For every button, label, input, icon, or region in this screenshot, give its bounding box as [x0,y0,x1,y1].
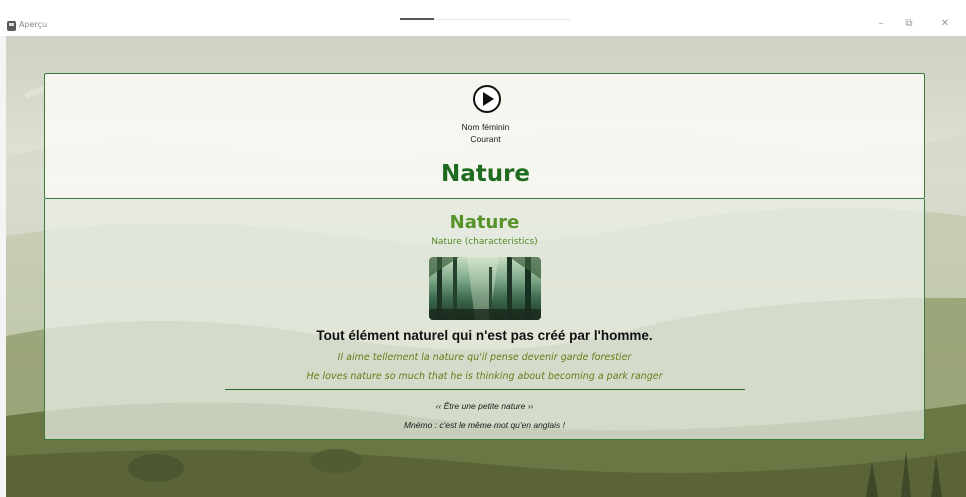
example-english: He loves nature so much that he is think… [306,371,663,382]
loading-indicator-active [400,18,434,20]
mnemonic-text: Mnémo : c'est le même mot qu'en anglais … [403,420,566,430]
forest-illustration [429,257,541,320]
gender-label: Nom féminin [461,122,510,132]
restore-button[interactable]: ⧉ [896,16,922,32]
card-header: Nom féminin Courant Nature [44,73,925,199]
sense-title: Nature [449,212,520,233]
window-title: Aperçu [19,20,48,29]
headword: Nature [440,161,531,187]
register-label: Courant [470,134,501,144]
close-button[interactable]: ✕ [932,16,958,32]
expression-text: ‹‹ Être une petite nature ›› [435,401,534,411]
minimize-button[interactable]: – [868,16,894,32]
play-audio-button[interactable] [473,85,501,113]
window-titlebar: Aperçu – ⧉ ✕ [0,0,966,36]
definition-text: Tout élément naturel qui n'est pas créé … [316,328,653,343]
forest-photo [429,257,541,320]
app-icon [7,21,16,31]
sense-subtitle: Nature (characteristics) [431,237,538,247]
example-french: Il aime tellement la nature qu'il pense … [337,352,632,363]
loading-indicator [400,18,570,20]
section-divider [225,389,745,390]
dictionary-card: Nom féminin Courant Nature Nature Nature… [44,73,925,440]
